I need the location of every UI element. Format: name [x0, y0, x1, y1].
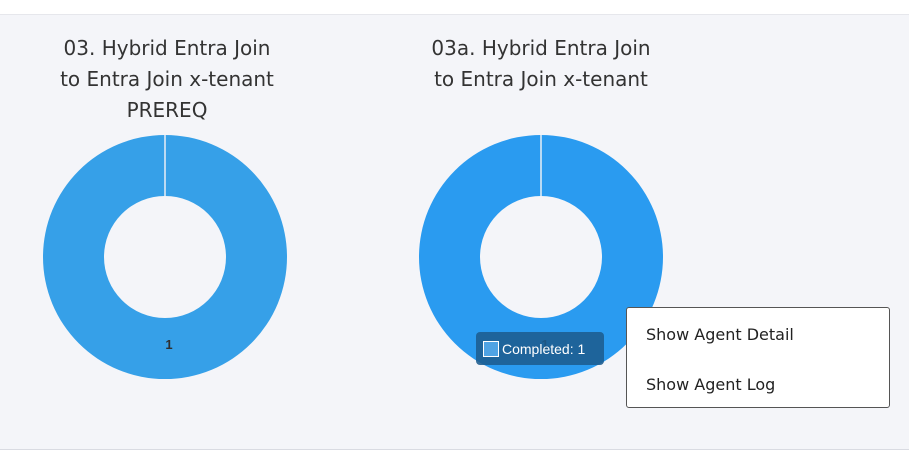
chart-title-line: 03a. Hybrid Entra Join — [431, 36, 651, 60]
legend-swatch — [483, 340, 499, 357]
chart-tooltip: Completed: 1 — [476, 332, 604, 365]
chart-title-line: to Entra Join x-tenant — [60, 67, 274, 91]
chart-title-prereq: 03. Hybrid Entra Join to Entra Join x-te… — [22, 33, 312, 126]
menu-item-show-agent-log[interactable]: Show Agent Log — [646, 375, 775, 394]
chart-title-line: PREREQ — [126, 98, 208, 122]
donut-chart-prereq[interactable]: 1 — [42, 134, 288, 380]
slice-data-label: 1 — [165, 337, 172, 352]
context-menu: Show Agent Detail Show Agent Log — [626, 307, 890, 408]
chart-title-line: 03. Hybrid Entra Join — [63, 36, 271, 60]
chart-title-03a: 03a. Hybrid Entra Join to Entra Join x-t… — [395, 33, 687, 95]
tooltip-text: Completed: 1 — [502, 340, 586, 357]
chart-title-line: to Entra Join x-tenant — [434, 67, 648, 91]
menu-item-show-agent-detail[interactable]: Show Agent Detail — [646, 325, 794, 344]
